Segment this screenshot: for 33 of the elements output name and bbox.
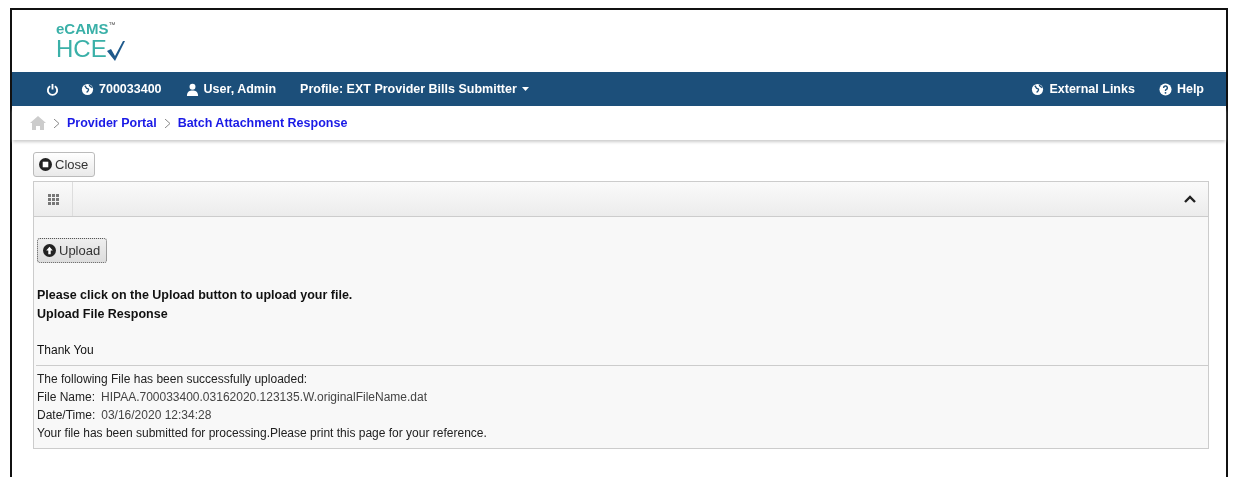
upload-icon xyxy=(43,244,56,257)
profile-dropdown[interactable]: Profile: EXT Provider Bills Submitter xyxy=(300,82,517,96)
nav-link[interactable]: Help xyxy=(1176,82,1204,96)
logo-text: eCAMS xyxy=(56,20,109,37)
breadcrumb-link[interactable]: Batch Attachment Response xyxy=(177,116,348,130)
chevron-icon xyxy=(164,118,170,128)
instruction-text: Please click on the Upload button to upload your file. xyxy=(37,288,354,302)
grid-icon[interactable] xyxy=(47,193,59,205)
globe-icon xyxy=(81,82,94,96)
field-value: 03/16/2020 12:34:28 xyxy=(101,408,212,422)
chevron-icon xyxy=(54,118,59,128)
message-text: The following File has been successfully uploaded: xyxy=(37,372,309,386)
close-icon xyxy=(39,158,52,171)
close-button[interactable]: Close xyxy=(33,152,96,177)
nav-link[interactable]: External Links xyxy=(1049,82,1135,96)
field-label: Date/Time: xyxy=(37,408,96,422)
checkmark-icon xyxy=(106,41,125,61)
nav-link[interactable]: User, Admin xyxy=(203,82,277,96)
message-text: Your file has been submitted for processing.Please print this page for your reference. xyxy=(37,426,488,440)
caret-icon[interactable] xyxy=(521,87,529,91)
collapse-icon[interactable] xyxy=(1184,195,1196,203)
breadcrumb-link[interactable]: Provider Portal xyxy=(67,116,157,130)
user-icon xyxy=(185,82,199,96)
field-value: HIPAA.700033400.03162020.123135.W.originalFileName.dat xyxy=(101,390,428,404)
upload-button[interactable]: Upload xyxy=(37,238,108,263)
field-label: File Name: xyxy=(37,390,95,404)
nav-link[interactable]: 700033400 xyxy=(99,82,162,96)
help-icon xyxy=(1158,82,1172,96)
power-icon[interactable] xyxy=(46,82,59,96)
thanks-text: Thank You xyxy=(37,343,95,357)
globe-icon xyxy=(1031,82,1045,96)
logo-text: HCE xyxy=(56,37,107,61)
section-heading: Upload File Response xyxy=(37,307,169,321)
